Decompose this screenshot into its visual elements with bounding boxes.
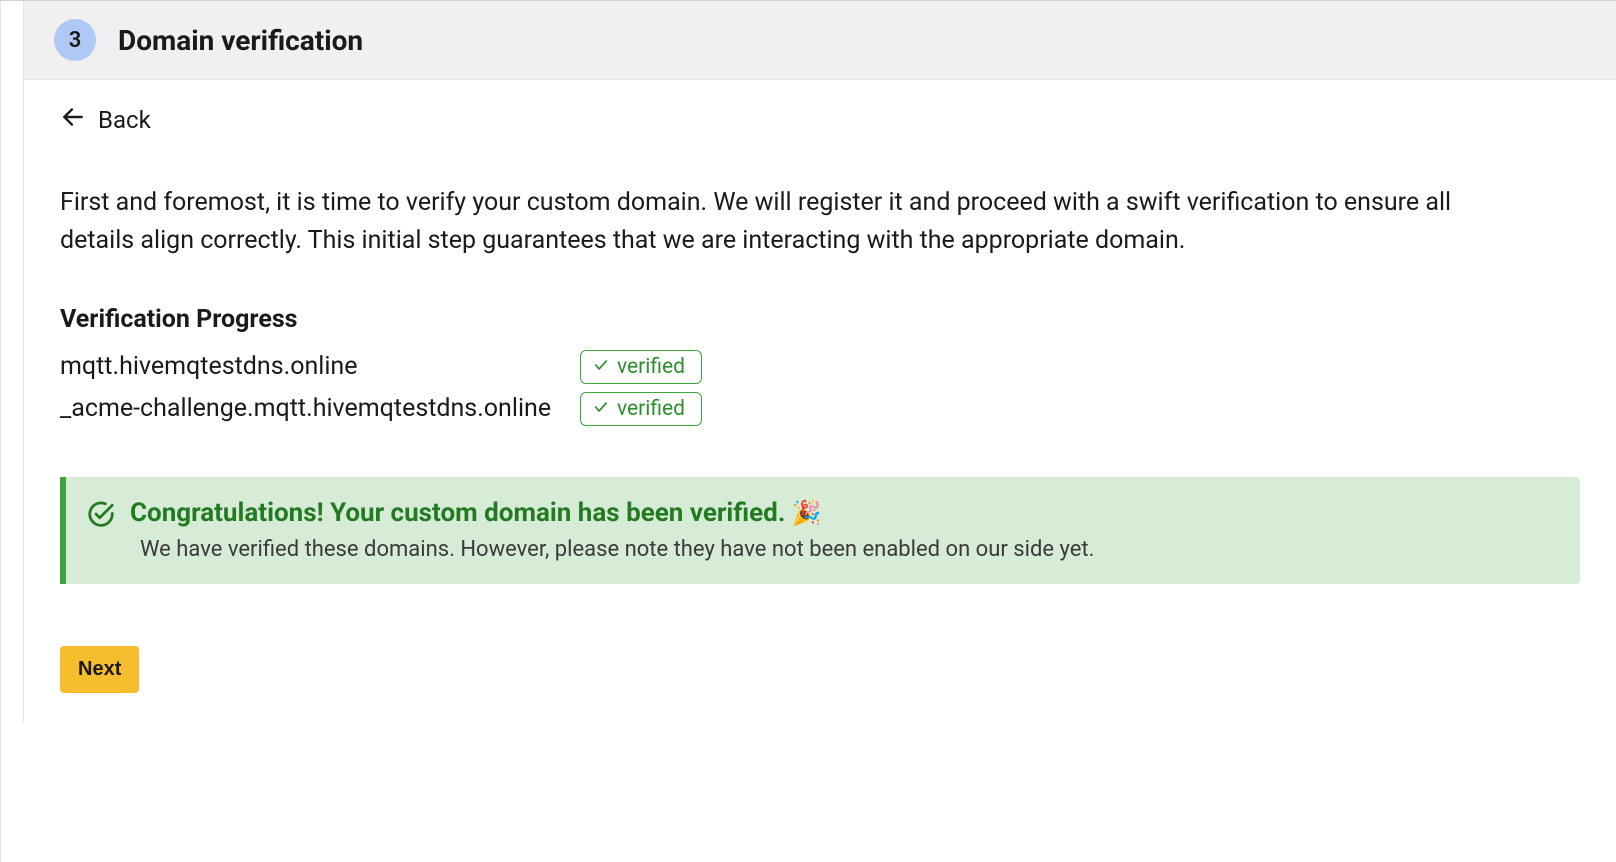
- party-popper-icon: 🎉: [792, 499, 822, 527]
- back-label: Back: [98, 106, 151, 134]
- check-circle-icon: [86, 497, 116, 533]
- next-button[interactable]: Next: [60, 646, 139, 693]
- step-number: 3: [69, 28, 82, 53]
- status-text: verified: [617, 397, 685, 421]
- progress-heading: Verification Progress: [60, 305, 1580, 334]
- domain-name: _acme-challenge.mqtt.hivemqtestdns.onlin…: [60, 390, 580, 428]
- domain-name: mqtt.hivemqtestdns.online: [60, 348, 580, 386]
- status-text: verified: [617, 355, 685, 379]
- progress-list: mqtt.hivemqtestdns.online verified _acme…: [60, 348, 1580, 427]
- banner-subtitle: We have verified these domains. However,…: [140, 537, 1094, 562]
- step-number-badge: 3: [54, 19, 96, 61]
- check-icon: [593, 397, 609, 421]
- arrow-left-icon: [60, 104, 86, 136]
- banner-title: Congratulations! Your custom domain has …: [130, 497, 1094, 531]
- status-badge-verified: verified: [580, 350, 702, 384]
- progress-row: mqtt.hivemqtestdns.online verified: [60, 348, 1580, 386]
- check-icon: [593, 355, 609, 379]
- stage-title: Domain verification: [118, 24, 363, 57]
- progress-row: _acme-challenge.mqtt.hivemqtestdns.onlin…: [60, 390, 1580, 428]
- stage-header: 3 Domain verification: [23, 1, 1616, 80]
- status-badge-verified: verified: [580, 392, 702, 426]
- intro-text: First and foremost, it is time to verify…: [60, 184, 1500, 259]
- back-button[interactable]: Back: [60, 104, 151, 136]
- success-banner: Congratulations! Your custom domain has …: [60, 477, 1580, 584]
